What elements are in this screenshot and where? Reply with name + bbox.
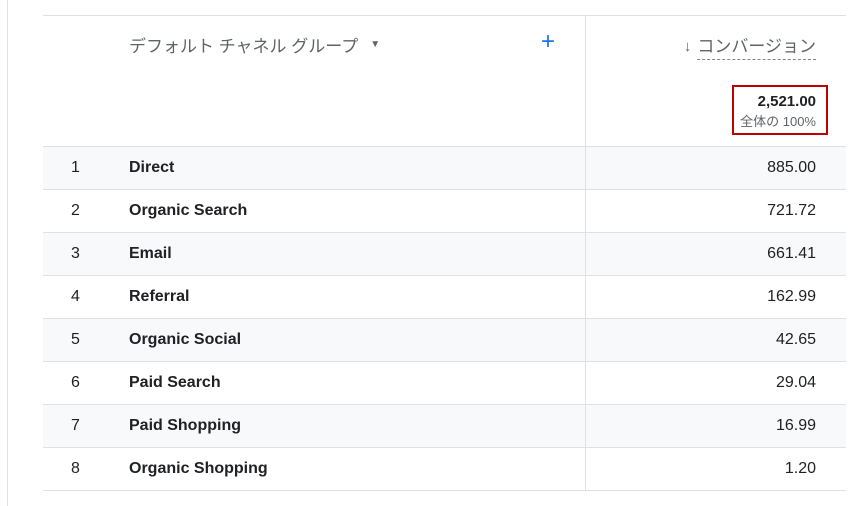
table-row[interactable]: 8 Organic Shopping 1.20: [43, 448, 846, 491]
column-divider: [585, 362, 586, 404]
dimension-selector[interactable]: デフォルト チャネル グループ ▼: [129, 32, 380, 57]
total-value: 2,521.00: [757, 93, 816, 110]
panel-border: [7, 0, 8, 506]
row-index: 1: [71, 159, 80, 176]
channel-name: Paid Search: [129, 374, 221, 391]
table-row[interactable]: 6 Paid Search 29.04: [43, 362, 846, 405]
channel-name: Referral: [129, 288, 190, 305]
caret-down-icon: ▼: [370, 39, 381, 50]
conversion-value: 42.65: [775, 331, 816, 348]
row-index: 3: [71, 245, 80, 262]
metric-header[interactable]: ↓ コンバージョン: [684, 32, 816, 60]
channel-name: Organic Shopping: [129, 460, 268, 477]
table-row[interactable]: 2 Organic Search 721.72: [43, 190, 846, 233]
table-row[interactable]: 3 Email 661.41: [43, 233, 846, 276]
column-divider: [585, 147, 586, 189]
dimension-header-label: デフォルト チャネル グループ: [129, 37, 359, 56]
sort-descending-icon: ↓: [683, 37, 692, 55]
column-divider: [585, 190, 586, 232]
row-index: 6: [71, 374, 80, 391]
report-page: デフォルト チャネル グループ ▼ + ↓ コンバージョン 2,521.00 全…: [0, 0, 850, 506]
column-divider: [585, 233, 586, 275]
column-divider: [585, 319, 586, 361]
table-header: デフォルト チャネル グループ ▼ + ↓ コンバージョン 2,521.00 全…: [43, 16, 846, 147]
conversion-value: 885.00: [767, 159, 816, 176]
total-highlight-box: 2,521.00 全体の 100%: [732, 85, 828, 135]
total-percent: 全体の 100%: [740, 114, 816, 129]
conversion-value: 721.72: [767, 202, 816, 219]
channel-name: Organic Search: [129, 202, 248, 219]
column-divider: [585, 276, 586, 318]
column-divider: [585, 16, 586, 146]
conversions-table: デフォルト チャネル グループ ▼ + ↓ コンバージョン 2,521.00 全…: [43, 15, 846, 491]
column-divider: [585, 448, 586, 490]
conversion-value: 661.41: [767, 245, 816, 262]
table-row[interactable]: 7 Paid Shopping 16.99: [43, 405, 846, 448]
conversion-value: 1.20: [784, 460, 816, 477]
channel-name: Direct: [129, 159, 175, 176]
table-row[interactable]: 5 Organic Social 42.65: [43, 319, 846, 362]
table-row[interactable]: 4 Referral 162.99: [43, 276, 846, 319]
row-index: 8: [71, 460, 80, 477]
metric-header-label: コンバージョン: [697, 32, 816, 60]
row-index: 2: [71, 202, 80, 219]
table-row[interactable]: 1 Direct 885.00: [43, 147, 846, 190]
row-index: 7: [71, 417, 80, 434]
conversion-value: 162.99: [767, 288, 816, 305]
conversion-value: 29.04: [775, 374, 816, 391]
add-dimension-button[interactable]: +: [541, 28, 555, 56]
row-index: 5: [71, 331, 80, 348]
conversion-value: 16.99: [775, 417, 816, 434]
channel-name: Organic Social: [129, 331, 242, 348]
row-index: 4: [71, 288, 80, 305]
channel-name: Email: [129, 245, 172, 262]
channel-name: Paid Shopping: [129, 417, 241, 434]
column-divider: [585, 405, 586, 447]
